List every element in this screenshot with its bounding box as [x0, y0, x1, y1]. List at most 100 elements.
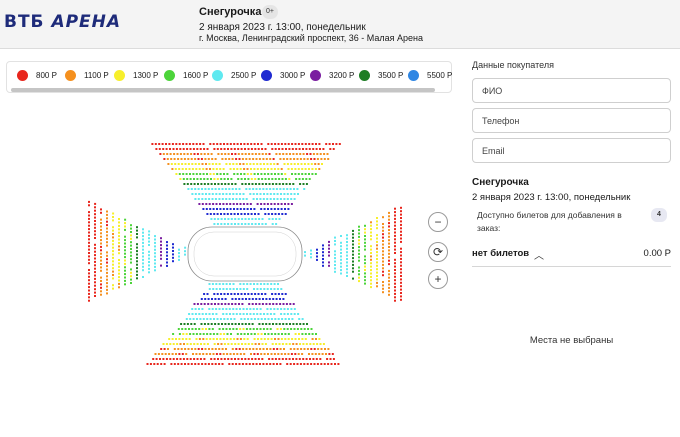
seat[interactable] [173, 153, 176, 155]
seat[interactable] [287, 208, 290, 210]
seat[interactable] [370, 269, 372, 272]
seat[interactable] [394, 207, 396, 210]
seat[interactable] [294, 143, 297, 145]
seat[interactable] [100, 290, 102, 293]
seat[interactable] [275, 298, 278, 300]
seat[interactable] [256, 168, 259, 170]
seat[interactable] [94, 250, 96, 253]
seat[interactable] [205, 328, 207, 330]
seat[interactable] [213, 358, 216, 360]
seat[interactable] [220, 148, 223, 150]
seat[interactable] [265, 188, 268, 190]
seat[interactable] [358, 256, 360, 259]
seat[interactable] [148, 250, 150, 253]
seat[interactable] [214, 158, 217, 160]
seat[interactable] [136, 226, 138, 229]
seat[interactable] [172, 358, 175, 360]
seat[interactable] [220, 343, 223, 345]
seat[interactable] [166, 261, 168, 264]
seat[interactable] [229, 288, 232, 290]
seat[interactable] [323, 158, 326, 160]
seat[interactable] [275, 153, 278, 155]
seat[interactable] [358, 266, 360, 269]
seat[interactable] [231, 188, 234, 190]
seat[interactable] [166, 264, 168, 267]
seat[interactable] [124, 283, 126, 286]
seat[interactable] [94, 267, 96, 270]
seat[interactable] [286, 363, 289, 365]
seat[interactable] [142, 252, 144, 255]
seat[interactable] [316, 158, 319, 160]
seat[interactable] [177, 348, 180, 350]
seat[interactable] [247, 318, 250, 320]
seat[interactable] [172, 260, 174, 263]
seat[interactable] [259, 313, 262, 315]
seat[interactable] [293, 348, 296, 350]
seat[interactable] [94, 202, 97, 205]
seat[interactable] [280, 173, 283, 175]
seat[interactable] [172, 333, 175, 335]
seat[interactable] [270, 173, 273, 175]
seat[interactable] [198, 328, 201, 330]
seat[interactable] [203, 323, 206, 325]
seat[interactable] [334, 267, 336, 270]
seat[interactable] [352, 263, 354, 266]
seat[interactable] [294, 353, 297, 355]
seat[interactable] [215, 168, 218, 170]
seat[interactable] [239, 203, 242, 205]
seat[interactable] [326, 358, 329, 360]
seat[interactable] [282, 298, 285, 300]
seat[interactable] [118, 231, 120, 234]
seat[interactable] [130, 244, 132, 247]
seat[interactable] [290, 198, 293, 200]
seat[interactable] [311, 173, 314, 175]
seat[interactable] [223, 173, 225, 175]
seat[interactable] [130, 248, 132, 250]
seat[interactable] [266, 348, 268, 350]
seat[interactable] [94, 260, 96, 263]
seat[interactable] [88, 286, 90, 289]
seat[interactable] [94, 254, 96, 257]
seat[interactable] [124, 273, 126, 276]
seat[interactable] [153, 363, 156, 365]
seat[interactable] [194, 193, 197, 195]
seat[interactable] [233, 338, 236, 340]
seat[interactable] [88, 262, 90, 265]
seat[interactable] [272, 363, 275, 365]
seat[interactable] [216, 208, 218, 210]
seat[interactable] [197, 363, 200, 365]
seat[interactable] [256, 328, 259, 330]
seat[interactable] [130, 254, 132, 257]
seat[interactable] [250, 143, 253, 145]
seat[interactable] [280, 208, 283, 210]
seat[interactable] [177, 328, 180, 330]
seat[interactable] [160, 237, 162, 240]
seat[interactable] [311, 143, 314, 145]
seat[interactable] [291, 173, 293, 175]
seat[interactable] [118, 282, 120, 285]
seat[interactable] [289, 158, 292, 160]
seat[interactable] [244, 178, 246, 180]
seat[interactable] [222, 313, 225, 315]
seat[interactable] [272, 158, 275, 160]
seat[interactable] [100, 225, 102, 228]
seat[interactable] [275, 323, 278, 325]
seat[interactable] [298, 318, 301, 320]
seat[interactable] [260, 143, 263, 145]
seat[interactable] [229, 353, 232, 355]
seat[interactable] [100, 222, 102, 224]
seat[interactable] [254, 358, 257, 360]
seat[interactable] [382, 257, 384, 260]
seat[interactable] [280, 168, 283, 170]
seat[interactable] [294, 338, 297, 340]
seat[interactable] [322, 251, 324, 254]
seat[interactable] [243, 318, 246, 320]
seat[interactable] [222, 338, 225, 340]
seat[interactable] [94, 284, 96, 287]
seat[interactable] [382, 263, 384, 266]
seat[interactable] [310, 363, 313, 365]
seat[interactable] [250, 353, 252, 355]
seat[interactable] [246, 173, 249, 175]
seat[interactable] [282, 323, 285, 325]
seat[interactable] [257, 178, 260, 180]
